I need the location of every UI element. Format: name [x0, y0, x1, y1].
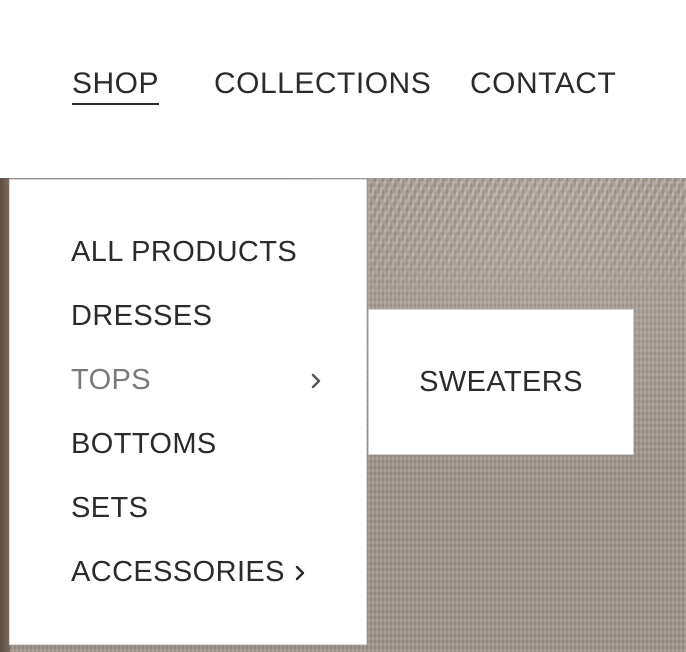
- top-navigation: SHOP COLLECTIONS CONTACT: [0, 0, 686, 178]
- submenu-item-label: SWEATERS: [419, 366, 583, 398]
- nav-link-collections-label: COLLECTIONS: [214, 67, 432, 100]
- menu-item-all-products[interactable]: ALL PRODUCTS: [71, 235, 341, 269]
- shop-dropdown-menu: ALL PRODUCTS DRESSES TOPS BOTTOMS SETS A…: [9, 179, 367, 645]
- menu-item-accessories[interactable]: ACCESSORIES: [71, 555, 341, 589]
- active-underline: [72, 103, 160, 105]
- menu-item-label: ALL PRODUCTS: [71, 236, 298, 268]
- nav-link-collections[interactable]: COLLECTIONS: [214, 66, 431, 102]
- nav-link-contact-label: CONTACT: [470, 67, 617, 100]
- menu-item-label: DRESSES: [71, 300, 213, 332]
- submenu-item-sweaters[interactable]: SWEATERS: [369, 365, 633, 399]
- nav-link-shop-label: SHOP: [72, 67, 160, 100]
- menu-item-label: ACCESSORIES: [71, 556, 285, 588]
- chevron-right-icon: [307, 363, 327, 397]
- tops-submenu: SWEATERS: [368, 309, 634, 455]
- menu-item-label: SETS: [71, 492, 149, 524]
- menu-item-label: BOTTOMS: [71, 428, 217, 460]
- menu-item-bottoms[interactable]: BOTTOMS: [71, 427, 341, 461]
- menu-item-dresses[interactable]: DRESSES: [71, 299, 341, 333]
- menu-item-label: TOPS: [71, 364, 152, 396]
- nav-link-contact[interactable]: CONTACT: [470, 66, 616, 102]
- hero-rib-texture: [370, 178, 686, 308]
- nav-link-shop[interactable]: SHOP: [72, 66, 160, 105]
- chevron-right-icon: [291, 555, 311, 589]
- menu-item-tops[interactable]: TOPS: [71, 363, 341, 397]
- menu-item-sets[interactable]: SETS: [71, 491, 341, 525]
